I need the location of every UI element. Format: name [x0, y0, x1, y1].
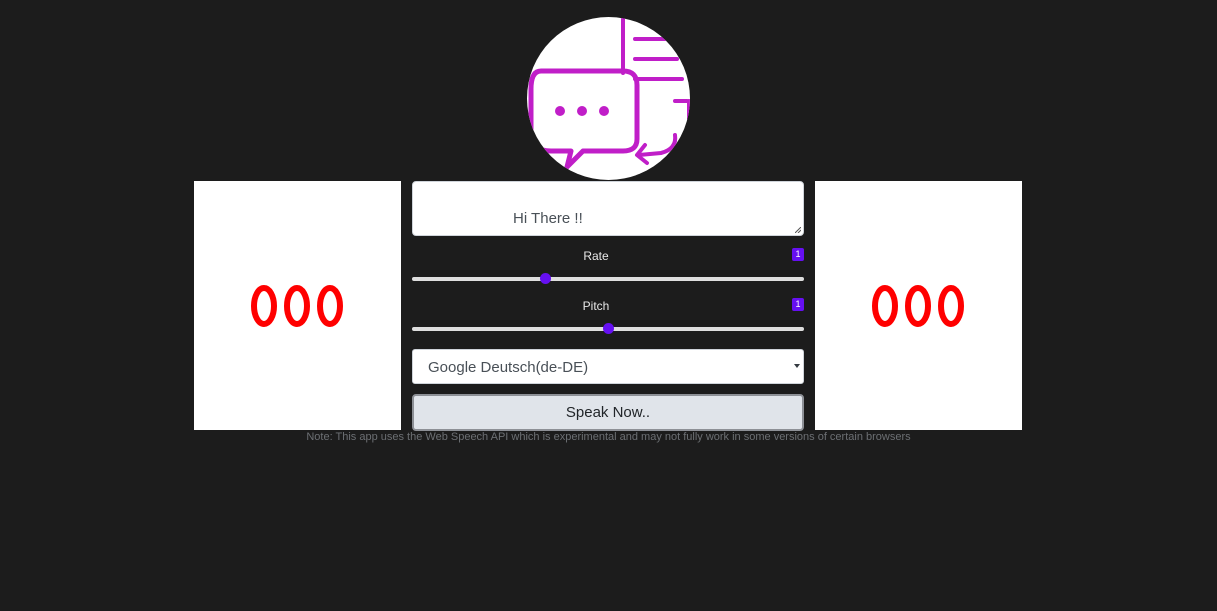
rate-value-badge: 1	[792, 248, 804, 261]
text-input-value: Hi There !!	[513, 210, 583, 227]
eyes-panel-right	[815, 181, 1022, 430]
rate-slider-thumb[interactable]	[540, 273, 552, 284]
pitch-value-badge: 1	[792, 298, 804, 311]
resize-grip-icon[interactable]	[795, 227, 801, 233]
text-input[interactable]: Hi There !!	[412, 181, 804, 236]
voice-select[interactable]: Google Deutsch(de-DE)	[412, 349, 804, 384]
eye-icon	[871, 284, 964, 327]
voice-select-value: Google Deutsch(de-DE)	[428, 359, 589, 376]
pitch-slider[interactable]	[412, 323, 804, 334]
chevron-down-icon	[794, 364, 800, 368]
rate-slider[interactable]	[412, 273, 804, 284]
chat-bubble-icon	[528, 17, 690, 170]
pitch-label: Pitch	[582, 299, 610, 313]
rate-label: Rate	[583, 249, 609, 263]
eye-icon	[250, 284, 343, 327]
app-logo	[527, 17, 690, 180]
speak-button[interactable]: Speak Now..	[412, 394, 804, 431]
browser-support-note: Note: This app uses the Web Speech API w…	[306, 431, 911, 443]
eyes-panel-left	[194, 181, 401, 430]
pitch-slider-thumb[interactable]	[603, 323, 614, 334]
